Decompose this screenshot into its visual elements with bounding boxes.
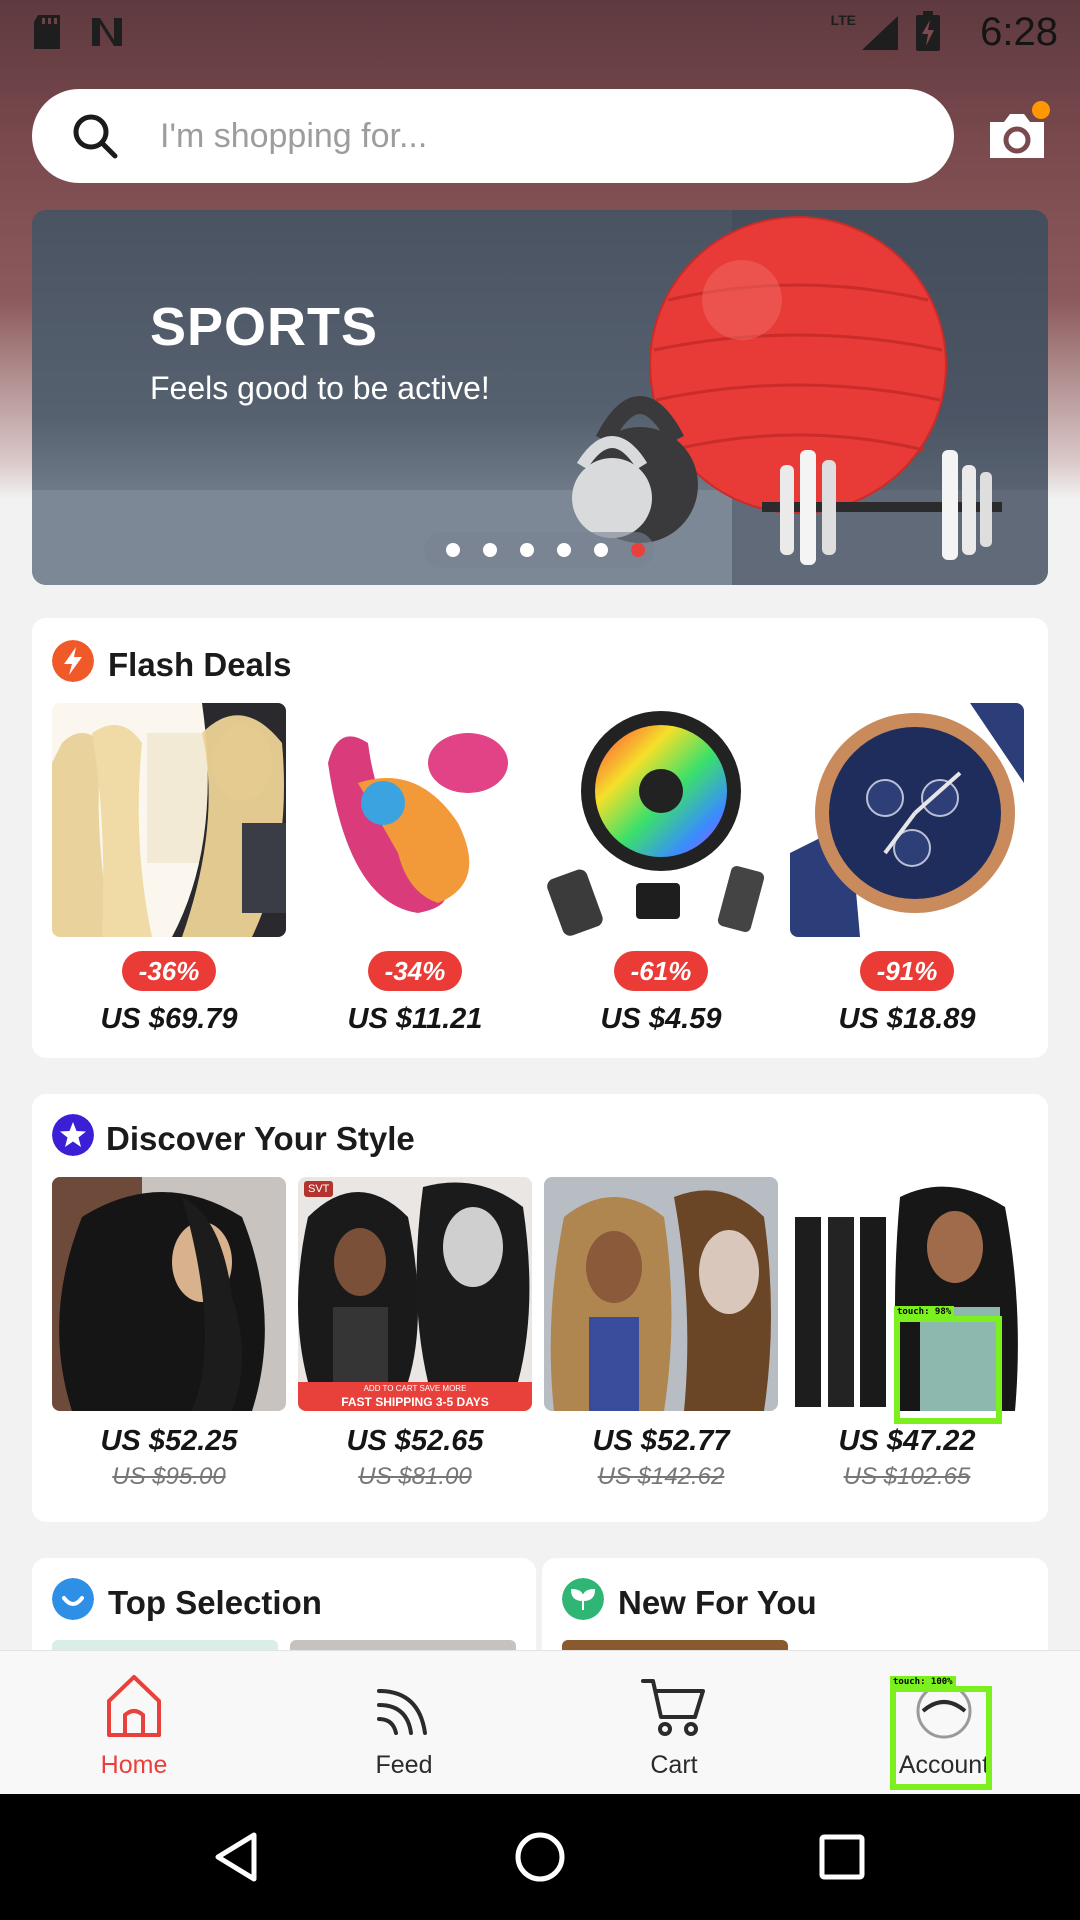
banner-subtitle: Feels good to be active! bbox=[150, 370, 490, 406]
feed-icon bbox=[377, 1689, 427, 1735]
product-price: US $52.65 bbox=[346, 1425, 484, 1457]
shipping-ribbon: FAST SHIPPING 3-5 DAYS bbox=[341, 1395, 489, 1409]
product-price: US $4.59 bbox=[600, 1003, 722, 1035]
product-price: US $69.79 bbox=[100, 1003, 238, 1035]
discover-item[interactable]: US $52.25 US $95.00 bbox=[52, 1177, 286, 1507]
flash-deal-item[interactable]: -34% US $11.21 bbox=[298, 703, 532, 1043]
product-price: US $47.22 bbox=[838, 1425, 976, 1457]
banner-title: SPORTS bbox=[150, 297, 379, 357]
discount-badge: -36% bbox=[122, 951, 216, 991]
discount-badge: -34% bbox=[368, 951, 462, 991]
discover-item[interactable]: SVT ADD TO CART SAVE MORE FAST SHIPPING … bbox=[298, 1177, 532, 1507]
nav-home[interactable]: Home bbox=[34, 1651, 234, 1795]
banner-dot[interactable] bbox=[520, 543, 534, 557]
product-image bbox=[52, 1177, 286, 1411]
nav-feed-label: Feed bbox=[375, 1751, 433, 1779]
discount-badge: -91% bbox=[860, 951, 954, 991]
promo-banner[interactable]: SPORTS Feels good to be active! bbox=[32, 210, 1048, 585]
original-price: US $81.00 bbox=[358, 1463, 472, 1490]
product-image bbox=[790, 703, 1024, 937]
status-bar: LTE 6:28 bbox=[0, 0, 1080, 66]
star-badge-icon bbox=[52, 1114, 94, 1156]
search-bar[interactable] bbox=[32, 89, 954, 183]
system-navigation-bar bbox=[0, 1794, 1080, 1920]
product-price: US $18.89 bbox=[838, 1003, 976, 1035]
battery-icon bbox=[916, 11, 940, 51]
banner-dot-active[interactable] bbox=[631, 543, 645, 557]
home-icon bbox=[107, 1675, 161, 1737]
brand-logo: SVT bbox=[304, 1181, 334, 1197]
app-root: LTE 6:28 I'm shopping for... SPORTS Feel… bbox=[0, 0, 1080, 1920]
banner-pagination bbox=[424, 532, 654, 568]
sd-card-icon bbox=[34, 15, 60, 49]
search-input[interactable] bbox=[160, 111, 920, 161]
flash-deals-title[interactable]: Flash Deals bbox=[108, 646, 291, 684]
product-price: US $52.25 bbox=[100, 1425, 238, 1457]
lightning-icon bbox=[52, 640, 94, 682]
home-circle-icon[interactable] bbox=[512, 1829, 568, 1885]
original-price: US $95.00 bbox=[112, 1463, 226, 1490]
product-price: US $11.21 bbox=[347, 1003, 483, 1035]
product-image bbox=[298, 1177, 532, 1411]
signal-icon bbox=[862, 16, 898, 50]
product-image bbox=[544, 1177, 778, 1411]
lte-label: LTE bbox=[830, 12, 856, 28]
top-selection-title: Top Selection bbox=[108, 1584, 322, 1621]
discover-item[interactable]: US $52.77 US $142.62 bbox=[544, 1177, 778, 1507]
app-notification-icon bbox=[92, 18, 122, 46]
touch-overlay-box bbox=[890, 1686, 992, 1790]
banner-dot[interactable] bbox=[483, 543, 497, 557]
product-image bbox=[544, 703, 778, 937]
status-time: 6:28 bbox=[980, 10, 1058, 54]
new-for-you-title: New For You bbox=[618, 1584, 817, 1621]
product-image bbox=[298, 703, 532, 937]
touch-overlay-label: touch: 100% bbox=[890, 1676, 956, 1688]
cart-icon bbox=[641, 1679, 705, 1736]
back-icon[interactable] bbox=[210, 1829, 266, 1885]
nav-home-label: Home bbox=[100, 1751, 168, 1779]
touch-overlay-label: touch: 98% bbox=[894, 1306, 955, 1318]
flash-deals-card: Flash Deals -36% US $69.79 -34% US $11.2… bbox=[32, 618, 1048, 1058]
smile-icon bbox=[52, 1578, 94, 1620]
banner-dot[interactable] bbox=[446, 543, 460, 557]
original-price: US $102.65 bbox=[843, 1463, 971, 1490]
discount-badge: -61% bbox=[614, 951, 708, 991]
recents-icon[interactable] bbox=[814, 1829, 870, 1885]
nav-cart[interactable]: Cart bbox=[574, 1651, 774, 1795]
touch-overlay-box bbox=[894, 1316, 1002, 1424]
nav-cart-label: Cart bbox=[650, 1751, 698, 1779]
sprout-icon bbox=[562, 1578, 604, 1620]
nav-feed[interactable]: Feed bbox=[304, 1651, 504, 1795]
search-icon bbox=[73, 114, 118, 159]
discover-style-title[interactable]: Discover Your Style bbox=[106, 1120, 415, 1158]
flash-deal-item[interactable]: -61% US $4.59 bbox=[544, 703, 778, 1043]
ribbon-top-text: ADD TO CART SAVE MORE bbox=[363, 1384, 467, 1393]
original-price: US $142.62 bbox=[597, 1463, 725, 1490]
camera-search-icon[interactable] bbox=[982, 100, 1052, 170]
flash-deal-item[interactable]: -91% US $18.89 bbox=[790, 703, 1024, 1043]
banner-dot[interactable] bbox=[594, 543, 608, 557]
banner-dot[interactable] bbox=[557, 543, 571, 557]
product-image bbox=[52, 703, 286, 937]
product-price: US $52.77 bbox=[592, 1425, 730, 1457]
flash-deal-item[interactable]: -36% US $69.79 bbox=[52, 703, 286, 1043]
